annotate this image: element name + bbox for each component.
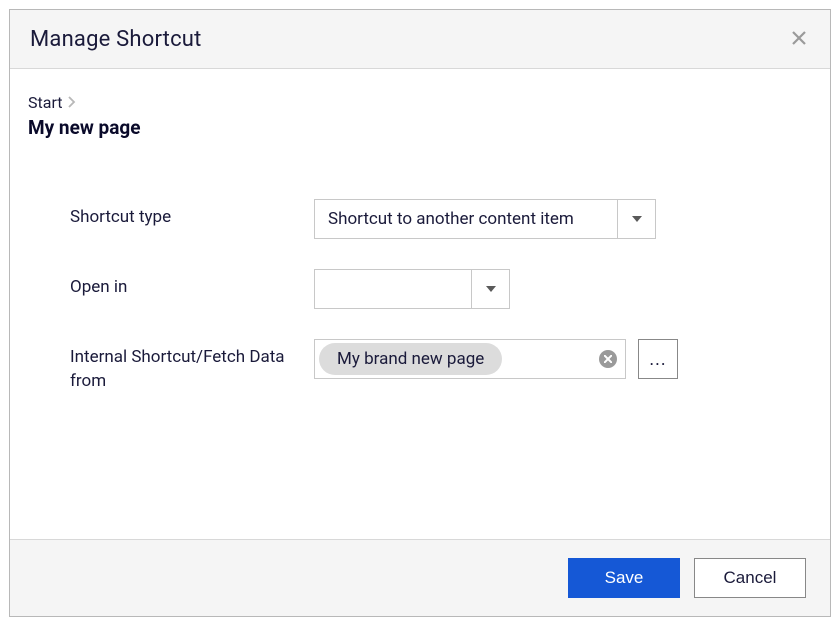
breadcrumb-current: My new page [28, 116, 812, 139]
cancel-button[interactable]: Cancel [694, 558, 806, 598]
chevron-down-icon [632, 216, 642, 222]
dialog-title: Manage Shortcut [30, 27, 202, 52]
dialog-body: Start My new page Shortcut type Shortcut… [10, 69, 830, 539]
save-button[interactable]: Save [568, 558, 680, 598]
internal-shortcut-field: My brand new page ... [314, 339, 678, 379]
form-area: Shortcut type Shortcut to another conten… [28, 199, 812, 394]
dialog-footer: Save Cancel [10, 539, 830, 616]
close-icon [792, 31, 806, 45]
open-in-select[interactable] [314, 269, 510, 309]
shortcut-type-dropdown-arrow[interactable] [617, 200, 655, 238]
open-in-row: Open in [70, 269, 812, 309]
shortcut-type-label: Shortcut type [70, 199, 314, 230]
shortcut-type-value: Shortcut to another content item [315, 200, 617, 238]
manage-shortcut-dialog: Manage Shortcut Start My new page Shortc… [9, 9, 831, 617]
open-in-label: Open in [70, 269, 314, 300]
internal-shortcut-label: Internal Shortcut/Fetch Data from [70, 339, 314, 394]
browse-button[interactable]: ... [638, 339, 678, 379]
open-in-value [315, 270, 471, 308]
internal-shortcut-token: My brand new page [319, 343, 502, 375]
close-button[interactable] [788, 26, 810, 52]
open-in-dropdown-arrow[interactable] [471, 270, 509, 308]
clear-token-button[interactable] [599, 350, 617, 368]
chevron-right-icon [68, 94, 76, 112]
breadcrumb: Start [28, 93, 812, 112]
internal-shortcut-row: Internal Shortcut/Fetch Data from My bra… [70, 339, 812, 394]
shortcut-type-row: Shortcut type Shortcut to another conten… [70, 199, 812, 239]
shortcut-type-select[interactable]: Shortcut to another content item [314, 199, 656, 239]
internal-shortcut-input[interactable]: My brand new page [314, 339, 626, 379]
breadcrumb-root[interactable]: Start [28, 93, 62, 112]
chevron-down-icon [486, 286, 496, 292]
close-icon [604, 355, 612, 363]
dialog-header: Manage Shortcut [10, 10, 830, 69]
